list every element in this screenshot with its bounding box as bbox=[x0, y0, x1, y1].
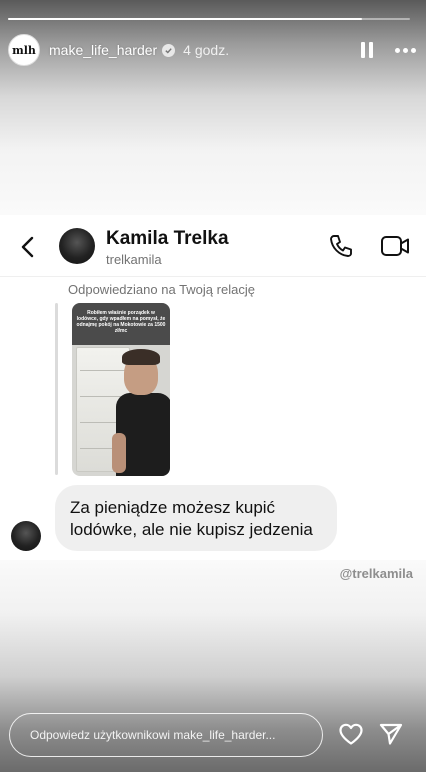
person-hair bbox=[122, 349, 160, 365]
heart-icon[interactable] bbox=[338, 722, 364, 746]
dm-contact-name: Kamila Trelka bbox=[106, 228, 229, 249]
verified-badge-icon bbox=[162, 43, 176, 57]
video-camera-icon bbox=[381, 236, 409, 256]
credit-mention[interactable]: @trelkamila bbox=[340, 566, 413, 581]
dm-header: Kamila Trelka trelkamila bbox=[0, 215, 426, 277]
story-time: 4 godz. bbox=[183, 42, 230, 58]
story-progress-bar bbox=[8, 18, 410, 20]
story-reply-input[interactable]: Odpowiedz użytkownikowi make_life_harder… bbox=[9, 713, 323, 757]
story-avatar-text: mlh bbox=[12, 43, 36, 57]
dm-contact-handle: trelkamila bbox=[106, 252, 162, 267]
send-icon[interactable] bbox=[378, 722, 404, 746]
dm-screenshot: Kamila Trelka trelkamila Odpowiedziano n… bbox=[0, 215, 426, 560]
more-horizontal-icon[interactable] bbox=[395, 47, 416, 53]
story-progress-fill bbox=[8, 18, 362, 20]
reply-quote-bar bbox=[55, 303, 58, 475]
message-line-2: lodówke, ale nie kupisz jedzenia bbox=[70, 520, 313, 539]
pause-icon[interactable] bbox=[361, 42, 373, 58]
message-line-1: Za pieniądze możesz kupić bbox=[70, 498, 276, 517]
phone-icon bbox=[330, 235, 352, 257]
story-actions bbox=[361, 42, 416, 58]
story-username[interactable]: make_life_harder bbox=[49, 42, 157, 58]
dm-message-bubble: Za pieniądze możesz kupić lodówke, ale n… bbox=[55, 485, 337, 551]
story-header: mlh make_life_harder 4 godz. bbox=[8, 32, 418, 68]
dm-sender-avatar bbox=[11, 521, 41, 551]
reply-placeholder: Odpowiedz użytkownikowi make_life_harder… bbox=[30, 728, 276, 742]
story-avatar[interactable]: mlh bbox=[8, 34, 40, 66]
dm-contact-avatar bbox=[59, 228, 95, 264]
chevron-left-icon bbox=[21, 236, 34, 258]
replied-to-story-label: Odpowiedziano na Twoją relację bbox=[68, 282, 255, 297]
story-thumbnail-caption: Robiłem właśnie porządek w lodówce, gdy … bbox=[72, 303, 170, 345]
replied-story-thumbnail: Robiłem właśnie porządek w lodówce, gdy … bbox=[72, 303, 170, 476]
person-arm bbox=[112, 433, 126, 473]
